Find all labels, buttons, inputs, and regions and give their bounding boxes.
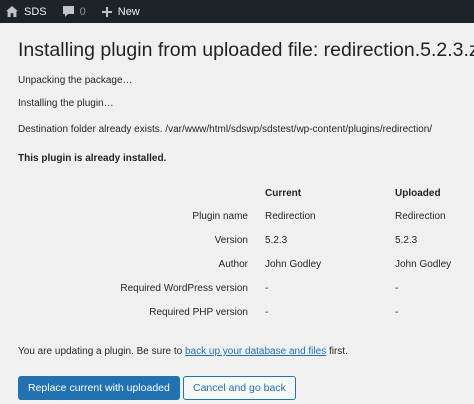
table-row: Version 5.2.3 5.2.3 — [18, 234, 468, 248]
site-menu[interactable]: SDS — [0, 0, 47, 23]
row-uploaded-value: - — [395, 307, 399, 318]
table-header-row: Current Uploaded — [18, 187, 468, 201]
comments-menu[interactable]: 0 — [47, 0, 86, 23]
message-installing: Installing the plugin… — [18, 98, 114, 109]
cancel-button[interactable]: Cancel and go back — [183, 376, 296, 400]
plus-icon — [101, 6, 112, 17]
table-row: Required PHP version - - — [18, 306, 468, 320]
backup-notice: You are updating a plugin. Be sure to ba… — [18, 345, 348, 359]
new-content-menu[interactable]: New — [86, 0, 140, 23]
new-label: New — [117, 5, 140, 18]
row-label: Plugin name — [192, 211, 248, 222]
header-current: Current — [265, 188, 302, 199]
table-row: Required WordPress version - - — [18, 282, 468, 296]
backup-link[interactable]: back up your database and files — [185, 346, 326, 357]
row-current-value: - — [265, 307, 269, 318]
home-icon — [6, 6, 18, 17]
backup-notice-before: You are updating a plugin. Be sure to — [18, 346, 185, 357]
page-title: Installing plugin from uploaded file: re… — [18, 39, 474, 61]
row-uploaded-value: 5.2.3 — [395, 235, 418, 246]
row-current-value: John Godley — [265, 259, 322, 270]
row-current-value: Redirection — [265, 211, 316, 222]
row-uploaded-value: John Godley — [395, 259, 452, 270]
row-uploaded-value: - — [395, 283, 399, 294]
admin-bar: SDS 0 New — [0, 0, 474, 23]
row-label: Required PHP version — [149, 307, 248, 318]
backup-notice-after: first. — [326, 346, 348, 357]
row-current-value: - — [265, 283, 269, 294]
table-row: Plugin name Redirection Redirection — [18, 210, 468, 224]
row-current-value: 5.2.3 — [265, 235, 288, 246]
row-label: Author — [218, 259, 248, 270]
header-uploaded: Uploaded — [395, 188, 441, 199]
table-row: Author John Godley John Godley — [18, 258, 468, 272]
row-label: Required WordPress version — [120, 283, 248, 294]
comment-icon — [62, 6, 74, 17]
site-name: SDS — [24, 5, 47, 18]
replace-current-button[interactable]: Replace current with uploaded — [18, 376, 180, 400]
message-unpacking: Unpacking the package… — [18, 75, 133, 86]
status-already-installed: This plugin is already installed. — [18, 153, 167, 164]
row-uploaded-value: Redirection — [395, 211, 446, 222]
row-label: Version — [214, 235, 248, 246]
message-destination-exists: Destination folder already exists. /var/… — [18, 124, 433, 135]
